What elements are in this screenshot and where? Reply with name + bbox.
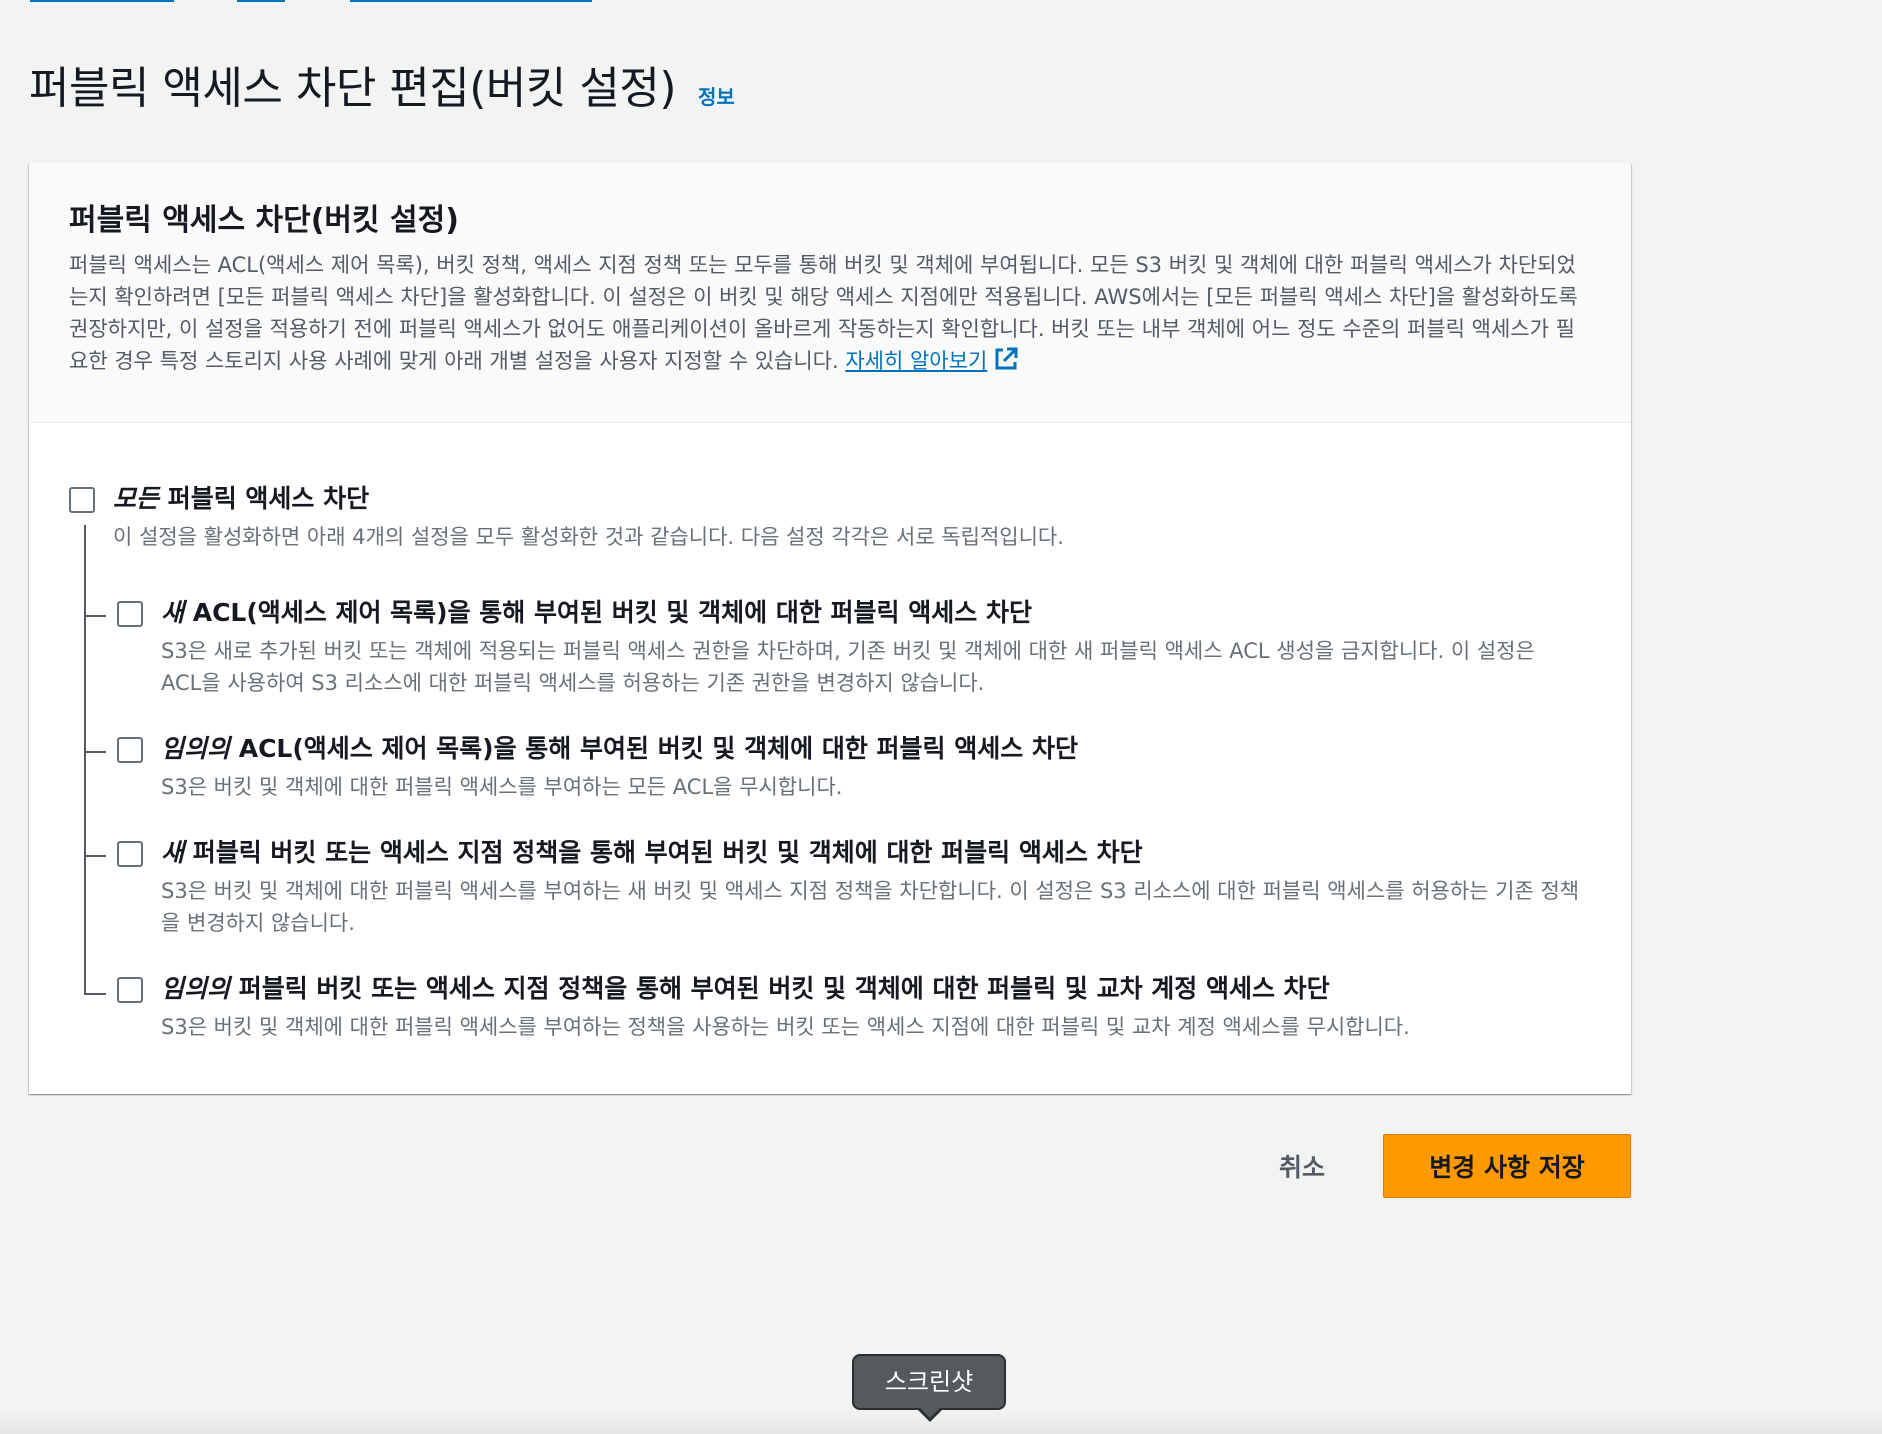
page-title: 퍼블릭 액세스 차단 편집(버킷 설정)	[29, 63, 677, 114]
label-text: 퍼블릭 버킷 또는 액세스 지점 정책을 통해 부여된 버킷 및 객체에 대한 …	[184, 838, 1143, 867]
block-all-public-access-checkbox[interactable]	[69, 487, 95, 513]
block-new-acls-label[interactable]: 새 ACL(액세스 제어 목록)을 통해 부여된 버킷 및 객체에 대한 퍼블릭…	[161, 597, 1032, 629]
screenshot-tooltip: 스크린샷	[852, 1354, 1006, 1410]
breadcrumb-link[interactable]	[30, 0, 174, 2]
tree-branch	[84, 751, 106, 753]
cancel-button[interactable]: 취소	[1279, 1148, 1325, 1184]
block-new-policies-checkbox[interactable]	[117, 841, 143, 867]
page-header: 퍼블릭 액세스 차단 편집(버킷 설정) 정보	[29, 58, 735, 120]
label-emphasis: 새	[161, 598, 185, 627]
block-new-policies-label[interactable]: 새 퍼블릭 버킷 또는 액세스 지점 정책을 통해 부여된 버킷 및 객체에 대…	[161, 837, 1143, 869]
block-public-access-panel: 퍼블릭 액세스 차단(버킷 설정) 퍼블릭 액세스는 ACL(액세스 제어 목록…	[29, 163, 1631, 1094]
block-new-policies-description: S3은 버킷 및 객체에 대한 퍼블릭 액세스를 부여하는 새 버킷 및 액세스…	[161, 879, 1580, 935]
label-emphasis: 새	[161, 838, 185, 867]
block-new-acls-checkbox[interactable]	[117, 601, 143, 627]
panel-description: 퍼블릭 액세스는 ACL(액세스 제어 목록), 버킷 정책, 액세스 지점 정…	[69, 249, 1589, 377]
block-new-acls-description: S3은 새로 추가된 버킷 또는 객체에 적용되는 퍼블릭 액세스 권한을 차단…	[161, 639, 1535, 695]
block-any-policies-checkbox[interactable]	[117, 977, 143, 1003]
form-actions: 취소 변경 사항 저장	[1279, 1134, 1631, 1198]
label-text: ACL(액세스 제어 목록)을 통해 부여된 버킷 및 객체에 대한 퍼블릭 액…	[184, 598, 1032, 627]
page: 퍼블릭 액세스 차단 편집(버킷 설정) 정보 퍼블릭 액세스 차단(버킷 설정…	[0, 0, 1882, 1434]
block-any-acls-checkbox[interactable]	[117, 737, 143, 763]
learn-more-label: 자세히 알아보기	[845, 349, 988, 373]
breadcrumb-link[interactable]	[350, 0, 592, 2]
block-any-acls-label[interactable]: 임의의 ACL(액세스 제어 목록)을 통해 부여된 버킷 및 객체에 대한 퍼…	[161, 733, 1078, 765]
tooltip-arrow-fill	[919, 1407, 941, 1418]
panel-title: 퍼블릭 액세스 차단(버킷 설정)	[69, 203, 459, 238]
block-any-policies-description: S3은 버킷 및 객체에 대한 퍼블릭 액세스를 부여하는 정책을 사용하는 버…	[161, 1015, 1410, 1039]
tree-line	[84, 525, 86, 995]
breadcrumb-link[interactable]	[237, 0, 285, 2]
block-all-public-access-label[interactable]: 모든 퍼블릭 액세스 차단	[113, 483, 369, 515]
label-text: ACL(액세스 제어 목록)을 통해 부여된 버킷 및 객체에 대한 퍼블릭 액…	[230, 734, 1078, 763]
label-text: 퍼블릭 버킷 또는 액세스 지점 정책을 통해 부여된 버킷 및 객체에 대한 …	[230, 974, 1330, 1003]
save-changes-button[interactable]: 변경 사항 저장	[1383, 1134, 1631, 1198]
external-link-icon	[995, 347, 1018, 370]
label-emphasis: 임의의	[161, 974, 231, 1003]
label-emphasis: 모든	[113, 484, 160, 513]
label-emphasis: 임의의	[161, 734, 231, 763]
tree-branch	[84, 993, 106, 995]
block-any-policies-label[interactable]: 임의의 퍼블릭 버킷 또는 액세스 지점 정책을 통해 부여된 버킷 및 객체에…	[161, 973, 1330, 1005]
tree-branch	[84, 855, 106, 857]
panel-header: 퍼블릭 액세스 차단(버킷 설정) 퍼블릭 액세스는 ACL(액세스 제어 목록…	[29, 163, 1631, 423]
label-text: 퍼블릭 액세스 차단	[159, 484, 370, 513]
block-any-acls-description: S3은 버킷 및 객체에 대한 퍼블릭 액세스를 부여하는 모든 ACL을 무시…	[161, 775, 843, 799]
learn-more-link[interactable]: 자세히 알아보기	[845, 347, 1019, 373]
block-all-public-access-description: 이 설정을 활성화하면 아래 4개의 설정을 모두 활성화한 것과 같습니다. …	[113, 525, 1064, 549]
info-link[interactable]: 정보	[698, 81, 735, 110]
panel-description-text: 퍼블릭 액세스는 ACL(액세스 제어 목록), 버킷 정책, 액세스 지점 정…	[69, 253, 1578, 373]
tree-branch	[84, 615, 106, 617]
